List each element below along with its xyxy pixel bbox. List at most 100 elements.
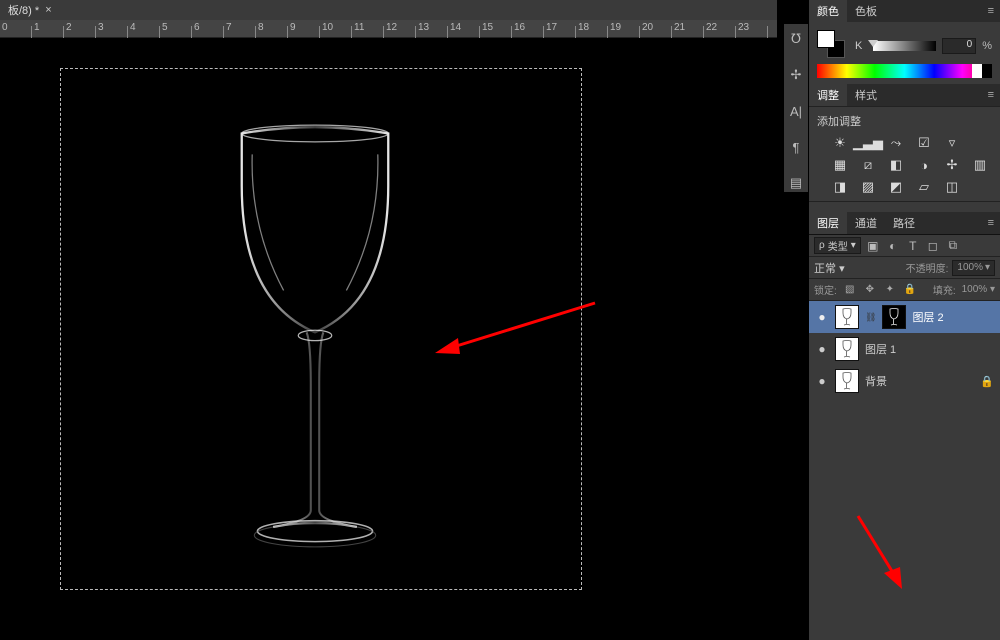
layer-thumbnail[interactable] <box>835 337 859 361</box>
k-slider-knob[interactable] <box>868 40 878 47</box>
filter-smart-icon[interactable]: ⧉ <box>945 238 961 254</box>
ruler-tick <box>352 20 384 38</box>
search-icon: ρ <box>819 240 825 251</box>
panel-menu-icon[interactable]: ≡ <box>982 5 1000 17</box>
ruler-tick <box>416 20 448 38</box>
layer-mask-thumbnail[interactable] <box>882 305 906 329</box>
layer-row[interactable]: ● 背景 🔒 <box>809 365 1000 397</box>
chevron-down-icon: ▾ <box>851 240 856 251</box>
color-picker-icon[interactable]: ✢ <box>786 66 806 84</box>
annotation-arrow-to-layer <box>850 511 910 591</box>
curves-icon[interactable]: ⤳ <box>887 135 905 151</box>
k-value-input[interactable]: 0 <box>942 38 976 54</box>
adjustments-panel: 添加调整 ☀ ▁▃▅ ⤳ ☑ ▿ ▦ ⧄ ◧ ◑ ✢ ▥ ◨ ▨ ◩ ▱ ◫ <box>809 106 1000 212</box>
ruler-tick <box>288 20 320 38</box>
tab-paths[interactable]: 路径 <box>885 212 923 234</box>
black-cap[interactable] <box>982 64 992 78</box>
color-lookup-icon[interactable]: ▥ <box>971 157 989 173</box>
lock-all-icon[interactable]: 🔒 <box>903 283 917 297</box>
blend-mode-select[interactable]: 正常 ▾ <box>814 260 878 276</box>
ruler-tick <box>448 20 480 38</box>
tab-adjustments[interactable]: 调整 <box>809 84 847 106</box>
layer-thumbnail[interactable] <box>835 305 859 329</box>
layer-name-label[interactable]: 背景 <box>865 373 887 389</box>
document-tab[interactable]: 板/8) * × <box>0 0 60 20</box>
tab-layers[interactable]: 图层 <box>809 212 847 234</box>
divider <box>809 201 1000 202</box>
channel-mixer-icon[interactable]: ✢ <box>943 157 961 173</box>
hue-strip[interactable] <box>817 64 992 78</box>
k-label: K <box>855 40 867 52</box>
opacity-label: 不透明度: <box>906 260 949 275</box>
ruler-tick <box>32 20 64 38</box>
panel-menu-icon[interactable]: ≡ <box>982 217 1000 229</box>
chevron-down-icon: ▾ <box>990 284 995 295</box>
annotation-arrow <box>430 298 600 358</box>
blend-opacity-row: 正常 ▾ 不透明度: 100% ▾ <box>809 257 1000 279</box>
brightness-icon[interactable]: ☀ <box>831 135 849 151</box>
layer-row[interactable]: ● ⛓ 图层 2 <box>809 301 1000 333</box>
visibility-toggle-icon[interactable]: ● <box>815 342 829 356</box>
threshold-icon[interactable]: ◩ <box>887 179 905 195</box>
type-panel-icon[interactable]: A| <box>786 102 806 120</box>
layer-link-icon[interactable]: ⛓ <box>865 312 876 323</box>
exposure-icon[interactable]: ☑ <box>915 135 933 151</box>
filter-type-icon[interactable]: T <box>905 238 921 254</box>
fg-bg-swatches[interactable] <box>817 30 845 58</box>
layer-name-label[interactable]: 图层 2 <box>912 309 943 325</box>
hsl-icon[interactable]: ⧄ <box>859 157 877 173</box>
tab-channels[interactable]: 通道 <box>847 212 885 234</box>
lock-artboard-icon[interactable]: ✦ <box>883 283 897 297</box>
vibrance-icon[interactable]: ▦ <box>831 157 849 173</box>
filter-shape-icon[interactable]: ◻͏ <box>925 238 941 254</box>
blackwhite-icon[interactable]: ◧ <box>887 157 905 173</box>
layer-filter-kind[interactable]: ρ 类型 ▾ <box>814 237 861 254</box>
tab-styles[interactable]: 样式 <box>847 84 885 106</box>
ruler-tick <box>480 20 512 38</box>
document-tab-title: 板/8) * <box>8 2 39 18</box>
ruler-tick <box>320 20 352 38</box>
panel-menu-icon[interactable]: ≡ <box>982 89 1000 101</box>
add-adjustment-label: 添加调整 <box>817 113 992 129</box>
close-icon[interactable]: × <box>45 4 51 16</box>
visibility-toggle-icon[interactable]: ● <box>815 374 829 388</box>
fg-color-swatch[interactable] <box>817 30 835 48</box>
notes-panel-icon[interactable]: ▤ <box>786 174 806 192</box>
fill-value[interactable]: 100% ▾ <box>962 284 995 295</box>
canvas[interactable] <box>0 38 777 640</box>
ruler-tick <box>608 20 640 38</box>
chevron-down-icon: ▾ <box>985 262 990 273</box>
lock-pixels-icon[interactable]: ▧ <box>843 283 857 297</box>
layer-thumbnail[interactable] <box>835 369 859 393</box>
k-slider[interactable] <box>873 41 936 51</box>
layers-panel-header: 图层 通道 路径 ≡ <box>809 212 1000 234</box>
posterize-icon[interactable]: ▨ <box>859 179 877 195</box>
photo-filter-icon[interactable]: ◑ <box>915 157 933 173</box>
gradient-map-icon[interactable]: ▱ <box>915 179 933 195</box>
filter-adjust-icon[interactable]: ◐ <box>885 238 901 254</box>
chevron-down-icon: ▾ <box>839 263 845 275</box>
selective-color-icon[interactable]: ◫ <box>943 179 961 195</box>
layer-list: ● ⛓ 图层 2 ● 图层 1 ● 背景 🔒 <box>809 301 1000 640</box>
ruler-tick <box>0 20 32 38</box>
levels-icon[interactable]: ▁▃▅ <box>859 135 877 151</box>
vignette-icon[interactable]: ▿ <box>943 135 961 151</box>
layer-row[interactable]: ● 图层 1 <box>809 333 1000 365</box>
tab-swatches[interactable]: 色板 <box>847 0 885 22</box>
lock-icon[interactable]: 🔒 <box>980 375 994 388</box>
invert-icon[interactable]: ◨ <box>831 179 849 195</box>
visibility-toggle-icon[interactable]: ● <box>815 310 829 324</box>
wineglass-artwork <box>210 123 420 573</box>
history-icon[interactable]: ℧ <box>786 30 806 48</box>
white-cap[interactable] <box>972 64 982 78</box>
layer-name-label[interactable]: 图层 1 <box>865 341 896 357</box>
tab-color[interactable]: 颜色 <box>809 0 847 22</box>
ruler-tick <box>544 20 576 38</box>
paragraph-panel-icon[interactable]: ¶ <box>786 138 806 156</box>
ruler-tick <box>512 20 544 38</box>
ruler-tick <box>256 20 288 38</box>
color-panel: K 0 % <box>809 22 1000 80</box>
lock-position-icon[interactable]: ✥ <box>863 283 877 297</box>
opacity-value[interactable]: 100% ▾ <box>952 260 995 276</box>
filter-image-icon[interactable]: ▣ <box>865 238 881 254</box>
